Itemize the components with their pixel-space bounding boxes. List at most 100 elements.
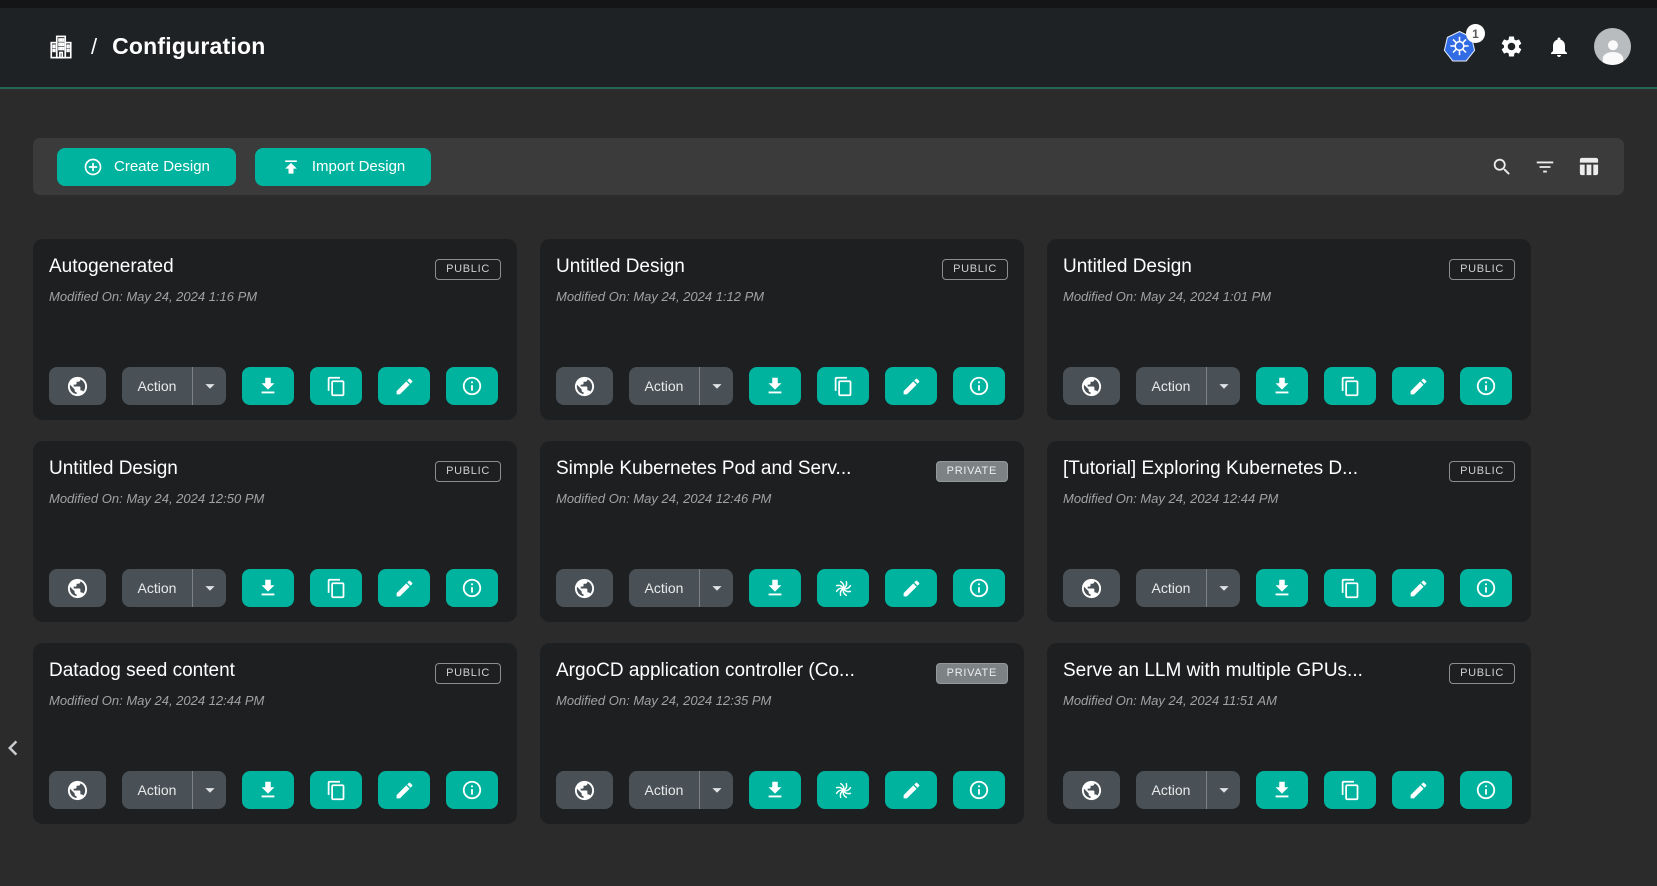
info-icon xyxy=(968,375,990,397)
edit-button[interactable] xyxy=(1392,771,1444,809)
download-icon xyxy=(764,375,786,397)
info-button[interactable] xyxy=(446,569,498,607)
modified-timestamp: Modified On: May 24, 2024 12:35 PM xyxy=(556,693,1008,708)
action-button[interactable]: Action xyxy=(629,782,699,798)
globe-icon xyxy=(66,375,89,398)
chevron-down-icon xyxy=(199,375,221,397)
action-split-button: Action xyxy=(629,569,733,607)
table-view-icon[interactable] xyxy=(1577,155,1600,178)
chevron-down-icon xyxy=(199,779,221,801)
visibility-globe-button[interactable] xyxy=(556,771,613,809)
download-button[interactable] xyxy=(1256,569,1308,607)
action-button[interactable]: Action xyxy=(1136,580,1206,596)
drawer-collapse-toggle[interactable] xyxy=(0,733,28,763)
action-button[interactable]: Action xyxy=(629,580,699,596)
action-dropdown-toggle[interactable] xyxy=(1207,569,1240,607)
action-dropdown-toggle[interactable] xyxy=(1207,771,1240,809)
clone-button[interactable] xyxy=(817,771,869,809)
download-button[interactable] xyxy=(1256,771,1308,809)
clone-button[interactable] xyxy=(817,367,869,405)
toolbar-view-controls xyxy=(1491,155,1600,178)
visibility-globe-button[interactable] xyxy=(49,771,106,809)
visibility-badge: PUBLIC xyxy=(435,663,501,684)
visibility-globe-button[interactable] xyxy=(1063,367,1120,405)
action-dropdown-toggle[interactable] xyxy=(700,771,733,809)
info-button[interactable] xyxy=(1460,569,1512,607)
kubernetes-context-chip[interactable]: 1 xyxy=(1443,31,1476,62)
clone-button[interactable] xyxy=(310,569,362,607)
clone-button[interactable] xyxy=(1324,569,1376,607)
edit-button[interactable] xyxy=(378,367,430,405)
pencil-icon xyxy=(394,780,415,801)
organization-building-icon[interactable] xyxy=(46,32,76,62)
info-button[interactable] xyxy=(953,569,1005,607)
import-design-label: Import Design xyxy=(312,158,405,175)
edit-button[interactable] xyxy=(885,569,937,607)
edit-button[interactable] xyxy=(1392,569,1444,607)
avatar[interactable] xyxy=(1594,28,1631,65)
import-design-button[interactable]: Import Design xyxy=(255,148,431,186)
info-button[interactable] xyxy=(446,771,498,809)
card-action-bar: Action xyxy=(556,771,1008,809)
modified-timestamp: Modified On: May 24, 2024 12:44 PM xyxy=(49,693,501,708)
visibility-globe-button[interactable] xyxy=(556,569,613,607)
search-icon[interactable] xyxy=(1491,156,1513,178)
create-design-button[interactable]: Create Design xyxy=(57,148,236,186)
action-dropdown-toggle[interactable] xyxy=(700,367,733,405)
action-dropdown-toggle[interactable] xyxy=(193,569,226,607)
clone-button[interactable] xyxy=(817,569,869,607)
info-icon xyxy=(1475,577,1497,599)
info-button[interactable] xyxy=(1460,771,1512,809)
edit-button[interactable] xyxy=(1392,367,1444,405)
download-icon xyxy=(1271,779,1293,801)
action-button[interactable]: Action xyxy=(122,782,192,798)
download-button[interactable] xyxy=(242,569,294,607)
download-button[interactable] xyxy=(242,771,294,809)
action-dropdown-toggle[interactable] xyxy=(1207,367,1240,405)
visibility-globe-button[interactable] xyxy=(556,367,613,405)
download-button[interactable] xyxy=(749,771,801,809)
action-dropdown-toggle[interactable] xyxy=(193,771,226,809)
download-button[interactable] xyxy=(749,569,801,607)
copy-icon xyxy=(1340,578,1361,599)
chevron-left-icon xyxy=(0,733,28,763)
info-button[interactable] xyxy=(1460,367,1512,405)
visibility-badge: PRIVATE xyxy=(936,461,1008,482)
globe-icon xyxy=(1080,375,1103,398)
action-button[interactable]: Action xyxy=(122,580,192,596)
edit-button[interactable] xyxy=(885,367,937,405)
action-button[interactable]: Action xyxy=(1136,378,1206,394)
visibility-globe-button[interactable] xyxy=(49,569,106,607)
clone-button[interactable] xyxy=(1324,771,1376,809)
action-dropdown-toggle[interactable] xyxy=(700,569,733,607)
download-button[interactable] xyxy=(749,367,801,405)
info-button[interactable] xyxy=(446,367,498,405)
info-button[interactable] xyxy=(953,367,1005,405)
edit-button[interactable] xyxy=(378,569,430,607)
visibility-globe-button[interactable] xyxy=(1063,569,1120,607)
design-title: ArgoCD application controller (Co... xyxy=(556,660,855,682)
visibility-globe-button[interactable] xyxy=(49,367,106,405)
clone-button[interactable] xyxy=(310,771,362,809)
download-button[interactable] xyxy=(242,367,294,405)
clone-button[interactable] xyxy=(1324,367,1376,405)
action-button[interactable]: Action xyxy=(629,378,699,394)
clone-button[interactable] xyxy=(310,367,362,405)
action-button[interactable]: Action xyxy=(122,378,192,394)
action-dropdown-toggle[interactable] xyxy=(193,367,226,405)
info-button[interactable] xyxy=(953,771,1005,809)
edit-button[interactable] xyxy=(378,771,430,809)
design-title: Untitled Design xyxy=(1063,256,1192,278)
chevron-down-icon xyxy=(706,577,728,599)
chevron-down-icon xyxy=(1213,779,1235,801)
pencil-icon xyxy=(1408,376,1429,397)
bell-icon[interactable] xyxy=(1547,35,1571,59)
gear-icon[interactable] xyxy=(1499,34,1524,59)
filter-icon[interactable] xyxy=(1534,156,1556,178)
download-button[interactable] xyxy=(1256,367,1308,405)
action-button[interactable]: Action xyxy=(1136,782,1206,798)
edit-button[interactable] xyxy=(885,771,937,809)
globe-icon xyxy=(66,577,89,600)
visibility-globe-button[interactable] xyxy=(1063,771,1120,809)
action-split-button: Action xyxy=(1136,367,1240,405)
